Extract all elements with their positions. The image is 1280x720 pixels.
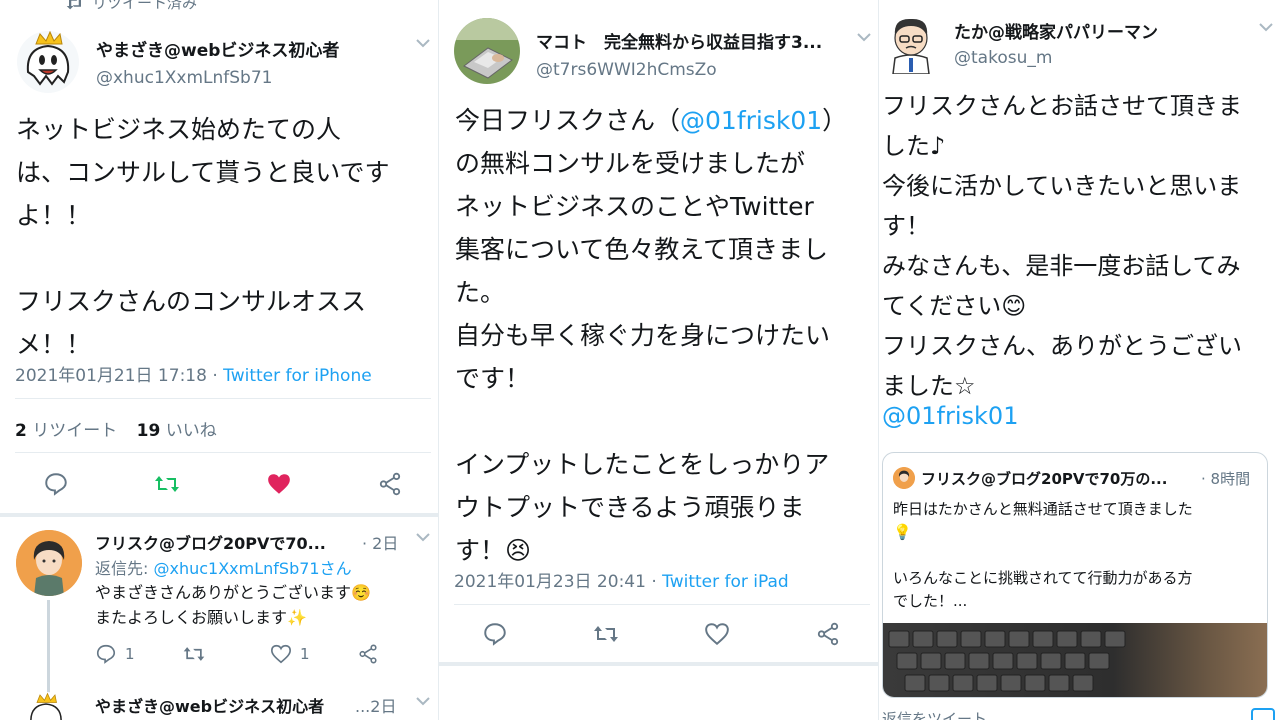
reply-avatar[interactable]	[16, 530, 82, 596]
quote-author-name: フリスク@ブログ20PVで70万の...	[921, 470, 1168, 488]
like-button[interactable]	[704, 621, 730, 647]
add-image-icon[interactable]	[1251, 708, 1275, 720]
mention-link[interactable]: @01frisk01	[680, 106, 822, 135]
retweet-icon	[592, 621, 620, 647]
reply-button[interactable]	[43, 471, 69, 497]
retweet-label[interactable]: リツイート	[32, 421, 117, 441]
divider	[15, 398, 431, 399]
section-divider	[0, 513, 438, 517]
quote-avatar	[893, 467, 915, 489]
chevron-down-icon[interactable]	[416, 696, 430, 706]
author-name[interactable]: たか@戦略家パパリーマン	[954, 18, 1158, 43]
retweet-button[interactable]	[153, 471, 181, 497]
like-button[interactable]	[266, 471, 292, 497]
next-reply-author-name[interactable]: やまざき@webビジネス初心者	[95, 693, 324, 717]
avatar[interactable]	[16, 30, 80, 94]
keyboard-photo	[883, 623, 1267, 697]
avatar[interactable]	[454, 18, 520, 84]
tweet-column-3: たか@戦略家パパリーマン @takosu_m フリスクさんとお話させて頂きま し…	[878, 0, 1280, 720]
share-icon	[357, 643, 379, 665]
retweeted-label: リツイート済み	[92, 0, 198, 12]
tweet-source-link[interactable]: Twitter for iPad	[662, 572, 789, 592]
share-icon	[377, 471, 403, 497]
chevron-down-icon[interactable]	[1259, 22, 1273, 32]
author-name[interactable]: やまざき@webビジネス初心者	[96, 36, 339, 61]
tweet-column-1: リツイート済み やまざき@webビジネス初心者 @xhuc1XxmLnfSb71…	[0, 0, 438, 720]
quoted-tweet-card[interactable]: フリスク@ブログ20PVで70万の... · 8時間 昨日はたかさんと無料通話さ…	[882, 452, 1268, 698]
reply-icon	[482, 621, 508, 647]
retweet-small-icon	[66, 0, 84, 10]
next-reply-avatar[interactable]	[22, 692, 70, 720]
author-handle[interactable]: @t7rs6WWI2hCmsZo	[536, 60, 717, 80]
divider	[454, 604, 870, 605]
reply-icon	[95, 643, 117, 665]
reply-to-label: 返信先:	[95, 559, 154, 578]
like-count: 1	[300, 645, 310, 663]
chevron-down-icon[interactable]	[416, 532, 430, 542]
reply-icon	[43, 471, 69, 497]
retweet-count[interactable]: 2	[15, 421, 27, 441]
body-prefix: 今日フリスクさん（	[455, 106, 681, 135]
reply-time: · 2日	[362, 534, 399, 553]
reply-button[interactable]	[482, 621, 508, 647]
tweet-body: ネットビジネス始めたての人 は、コンサルして貰うと良いです よ！！ フリスクさん…	[16, 115, 390, 359]
author-handle[interactable]: @takosu_m	[954, 48, 1052, 68]
retweet-button[interactable]	[592, 621, 620, 647]
thread-line	[47, 600, 50, 700]
reply-to-handle[interactable]: @xhuc1XxmLnfSb71さん	[153, 559, 351, 578]
reply-prompt[interactable]: 返信をツイート	[882, 708, 987, 720]
like-count[interactable]: 19	[137, 421, 161, 441]
next-reply-time: ...2日	[355, 697, 397, 716]
tweet-body: フリスクさんとお話させて頂きま した♪ 今後に活かしていきたいと思いま す！ み…	[882, 92, 1242, 400]
author-name[interactable]: マコト 完全無料から収益目指す3...	[536, 28, 822, 53]
timestamp: 2021年01月23日 20:41 ·	[454, 572, 663, 592]
tweet-meta: 2021年01月23日 20:41 · Twitter for iPad	[454, 567, 789, 592]
like-button[interactable]: 1	[270, 643, 310, 665]
chevron-down-icon[interactable]	[416, 38, 430, 48]
chevron-down-icon[interactable]	[857, 32, 871, 42]
like-label[interactable]: いいね	[166, 421, 217, 441]
share-button[interactable]	[377, 471, 403, 497]
section-divider	[439, 662, 879, 666]
share-icon	[815, 621, 841, 647]
body-suffix: ） の無料コンサルを受けましたが ネットビジネスのことやTwitter 集客につ…	[455, 106, 848, 565]
author-handle[interactable]: @xhuc1XxmLnfSb71	[96, 68, 272, 88]
heart-icon	[704, 621, 730, 647]
reply-count: 1	[125, 645, 135, 663]
retweet-button[interactable]	[182, 643, 206, 665]
divider	[15, 452, 431, 453]
reply-to: 返信先: @xhuc1XxmLnfSb71さん	[95, 555, 352, 579]
share-button[interactable]	[815, 621, 841, 647]
share-button[interactable]	[357, 643, 379, 665]
retweet-icon	[153, 471, 181, 497]
timestamp: 2021年01月21日 17:18 ·	[15, 366, 224, 386]
tweet-source-link[interactable]: Twitter for iPhone	[223, 366, 372, 386]
mention-link[interactable]: @01frisk01	[882, 402, 1018, 430]
tweet-meta: 2021年01月21日 17:18 · Twitter for iPhone	[15, 361, 372, 386]
avatar[interactable]	[885, 14, 937, 74]
retweet-icon	[182, 643, 206, 665]
reply-author-name[interactable]: フリスク@ブログ20PVで70...	[95, 530, 326, 554]
heart-filled-icon	[266, 471, 292, 497]
quote-time: · 8時間	[1201, 470, 1251, 488]
retweeted-indicator: リツイート済み	[66, 0, 197, 13]
engagement-stats: 2 リツイート 19 いいね	[15, 416, 217, 441]
quote-text: 昨日はたかさんと無料通話させて頂きました 💡 いろんなことに挑戦されてて行動力が…	[893, 500, 1193, 610]
reply-text: やまざきさんありがとうございます☺️ またよろしくお願いします✨	[95, 583, 371, 627]
heart-icon	[270, 643, 292, 665]
tweet-body: 今日フリスクさん（@01frisk01） の無料コンサルを受けましたが ネットビ…	[455, 99, 875, 572]
reply-button[interactable]: 1	[95, 643, 135, 665]
tweet-column-2: マコト 完全無料から収益目指す3... @t7rs6WWI2hCmsZo 今日フ…	[438, 0, 879, 720]
